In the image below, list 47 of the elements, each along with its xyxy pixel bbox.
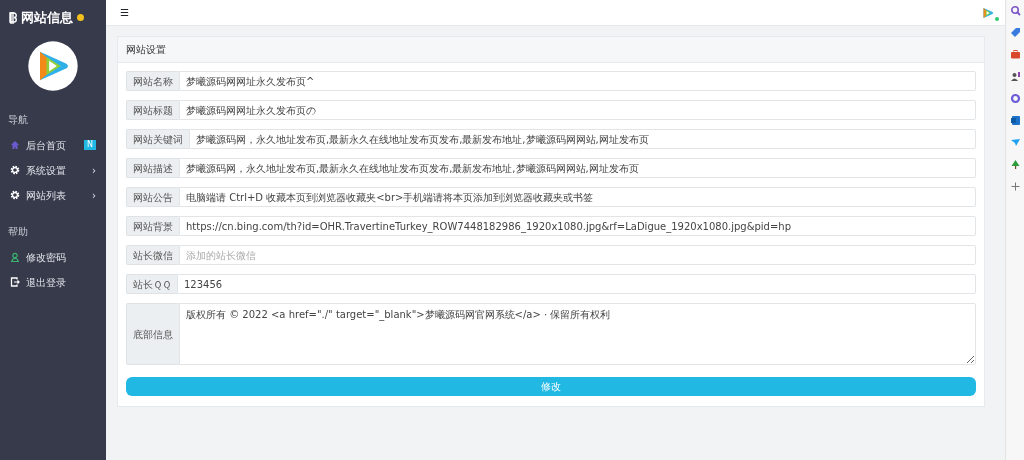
home-icon [10, 140, 20, 150]
chevron-icon: › [92, 187, 96, 203]
input-field[interactable]: 梦曦源码网，永久地址发布页,最新永久在线地址发布页发布,最新发布地址,梦曦源码网网站,网址发布页 [179, 158, 976, 178]
input-field[interactable]: 电脑端请 Ctrl+D 收藏本页到浏览器收藏夹<br>手机端请将本页添加到浏览器收藏夹或书签 [179, 187, 976, 207]
field-label: 网站公告 [126, 187, 179, 207]
sidebar-item[interactable]: 后台首页 N [0, 132, 106, 158]
chevron-icon: › [92, 162, 96, 178]
section-title: 导航 [7, 112, 29, 127]
sidebar-item[interactable]: 修改密码 [0, 244, 106, 270]
section-title: 帮助 [7, 224, 29, 239]
field-label: 网站描述 [126, 158, 179, 178]
field-label: 底部信息 [126, 303, 179, 365]
card-title: 网站设置 [118, 37, 984, 63]
field-label: 网站背景 [126, 216, 179, 236]
toolbox-icon[interactable] [1009, 49, 1021, 60]
gear-icon [10, 190, 20, 200]
textarea-field[interactable]: 版权所有 © 2022 <a href="./" target="_blank">梦曦源码网官网系统</a> · 保留所有权利 [179, 303, 976, 365]
bitcoin-icon [8, 11, 17, 24]
user-icon [10, 252, 20, 262]
input-field[interactable]: 123456 [177, 274, 976, 294]
field-label: 网站名称 [126, 71, 179, 91]
sidebar-item[interactable]: 退出登录 [0, 269, 106, 295]
plus-icon[interactable] [1009, 181, 1021, 192]
field-label: 站长微信 [126, 245, 179, 265]
input-field[interactable]: https://cn.bing.com/th?id=OHR.TravertineTurkey_ROW7448182986_1920x1080.jpg&rf=LaDigue_1920x1080.jpg&pid=hp [179, 216, 976, 236]
sidebar-item[interactable]: 系统设置 › [0, 157, 106, 183]
search-icon[interactable] [1009, 5, 1021, 16]
field-label: 网站关键词 [126, 129, 189, 149]
brand-title: 网站信息 [21, 9, 73, 27]
send-icon[interactable] [1009, 137, 1021, 148]
new-badge: N [84, 140, 96, 150]
input-field[interactable]: 添加的站长微信 [179, 245, 976, 265]
gear-icon [10, 165, 20, 175]
person-icon[interactable] [1009, 71, 1021, 82]
tree-icon[interactable] [1009, 159, 1021, 170]
ring-icon[interactable] [1009, 93, 1021, 104]
input-field[interactable]: 梦曦源码网网址永久发布页^ [179, 71, 976, 91]
status-dot [77, 14, 84, 22]
menu-icon[interactable]: ☰ [120, 5, 129, 20]
input-field[interactable]: 梦曦源码网，永久地址发布页,最新永久在线地址发布页发布,最新发布地址,梦曦源码网网站,网址发布页 [189, 129, 976, 149]
input-field[interactable]: 梦曦源码网网址永久发布页の [179, 100, 976, 120]
sidebar-item[interactable]: 网站列表 › [0, 182, 106, 208]
logout-icon [10, 277, 20, 287]
field-label: 站长ＱＱ [126, 274, 177, 294]
tag-icon[interactable] [1009, 27, 1021, 38]
field-label: 网站标题 [126, 100, 179, 120]
mail-icon[interactable] [1009, 115, 1021, 126]
